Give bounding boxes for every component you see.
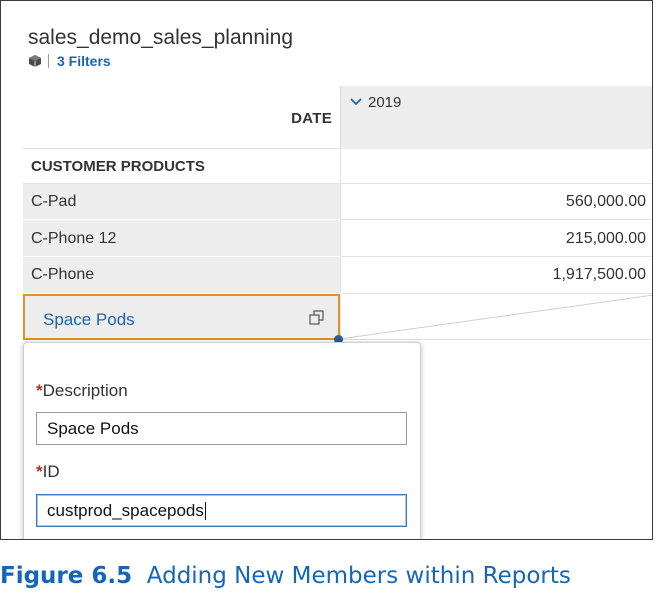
id-label: *ID (36, 462, 60, 482)
filters-bar[interactable]: 3 Filters (28, 53, 111, 69)
figure-title: Adding New Members within Reports (146, 563, 571, 589)
cube-icon (29, 55, 41, 67)
new-member-popover: *Description Space Pods *ID custprod_spa… (23, 342, 421, 539)
row-value: 215,000.00 (565, 230, 646, 247)
year-label: 2019 (368, 94, 402, 111)
required-marker: * (36, 462, 43, 481)
value-cell[interactable]: 215,000.00 (340, 220, 652, 257)
new-member-cell[interactable]: Space Pods (23, 294, 340, 340)
id-label-text: ID (42, 462, 60, 481)
chevron-down-icon[interactable] (349, 97, 363, 107)
date-header-label: DATE (291, 110, 332, 127)
date-dimension-header[interactable]: DATE (23, 86, 340, 149)
description-label-text: Description (42, 381, 128, 400)
text-caret (204, 501, 206, 520)
report-window: sales_demo_sales_planning 3 Filters DATE… (0, 0, 653, 540)
report-title: sales_demo_sales_planning (28, 26, 294, 49)
figure-caption: Figure 6.5 Adding New Members within Rep… (0, 563, 571, 589)
description-field[interactable]: Space Pods (36, 412, 407, 445)
year-column-header[interactable]: 2019 (340, 86, 652, 149)
figure-number: Figure 6.5 (0, 563, 133, 589)
row-label: C-Pad (31, 193, 77, 210)
filters-link[interactable]: 3 Filters (57, 53, 111, 69)
table-row[interactable]: C-Phone (23, 257, 340, 294)
table-row[interactable]: C-Phone 12 (23, 220, 340, 257)
section-header-row: CUSTOMER PRODUCTS (23, 149, 340, 184)
section-header-value-cell (340, 149, 652, 184)
row-value: 1,917,500.00 (552, 266, 646, 283)
open-external-icon[interactable] (309, 310, 324, 325)
id-value: custprod_spacepods (47, 500, 204, 520)
row-value: 560,000.00 (565, 193, 646, 210)
value-cell[interactable]: 1,917,500.00 (340, 257, 652, 294)
new-member-label: Space Pods (43, 310, 135, 329)
description-label: *Description (36, 381, 128, 401)
filter-separator (48, 54, 49, 68)
value-cell[interactable]: 560,000.00 (340, 184, 652, 220)
id-field[interactable]: custprod_spacepods (36, 494, 407, 527)
table-row[interactable]: C-Pad (23, 184, 340, 220)
description-value: Space Pods (47, 418, 139, 438)
connector-line (339, 294, 652, 340)
row-label: C-Phone (31, 266, 95, 283)
row-label: C-Phone 12 (31, 230, 117, 247)
section-header-label: CUSTOMER PRODUCTS (31, 158, 205, 175)
required-marker: * (36, 381, 43, 400)
